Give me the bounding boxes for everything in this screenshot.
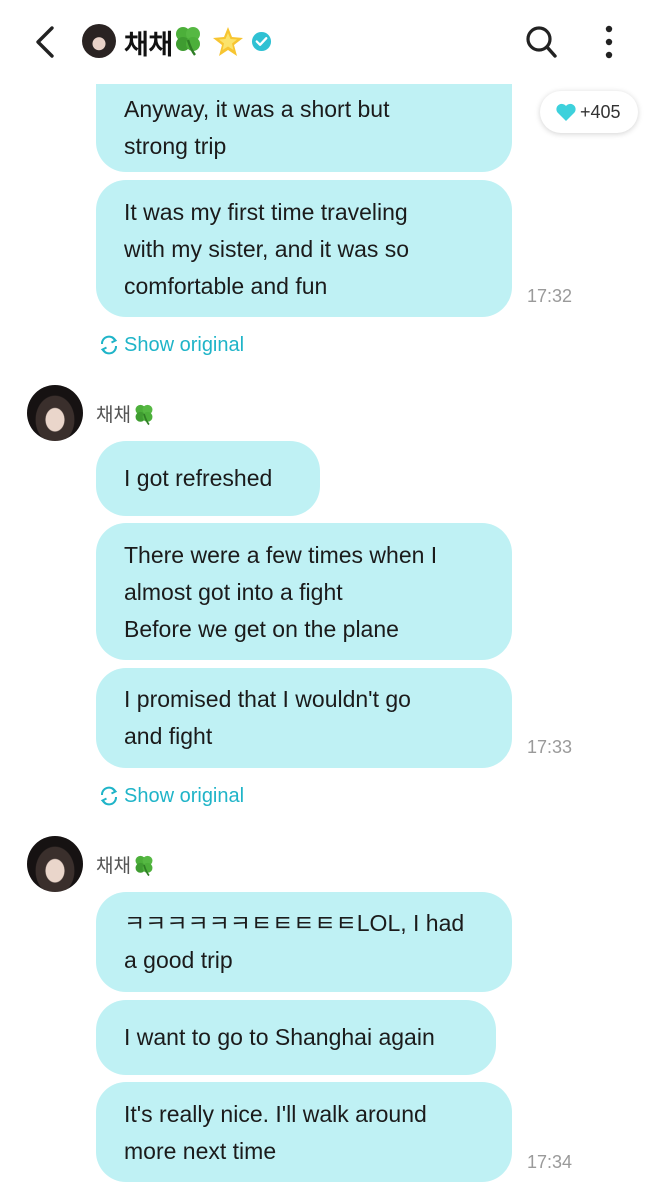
four-leaf-clover-icon xyxy=(135,404,153,425)
message-line: I promised that I wouldn't go xyxy=(124,686,411,712)
sender-name: 채채 xyxy=(96,851,156,878)
back-arrow-icon[interactable] xyxy=(30,22,64,62)
sender-name-text: 채채 xyxy=(96,855,131,877)
message-timestamp: 17:34 xyxy=(527,1152,573,1172)
four-leaf-clover-icon xyxy=(135,855,153,876)
message-bubble[interactable]: ㅋㅋㅋㅋㅋㅋㅌㅌㅌㅌㅌLOL, I had a good trip xyxy=(96,892,512,992)
message-bubble[interactable]: I want to go to Shanghai again xyxy=(96,1000,496,1075)
verified-badge-icon xyxy=(251,31,272,52)
show-original-link[interactable]: Show original xyxy=(98,332,244,358)
message-timestamp: 17:32 xyxy=(527,286,573,306)
sender-avatar[interactable] xyxy=(27,385,83,441)
message-bubble[interactable]: It was my first time traveling with my s… xyxy=(96,180,512,317)
message-line: with my sister, and it was so xyxy=(124,236,410,262)
chat-title[interactable]: 채채 xyxy=(124,23,173,62)
message-line: I got refreshed xyxy=(124,465,273,491)
message-bubble[interactable]: I promised that I wouldn't go and fight xyxy=(96,668,512,768)
show-original-label: Show original xyxy=(124,784,245,807)
message-bubble[interactable]: There were a few times when I almost got… xyxy=(96,523,512,660)
translate-icon xyxy=(100,786,118,806)
message-line: It's really nice. I'll walk around xyxy=(124,1101,427,1127)
message-line: and fight xyxy=(124,723,213,749)
four-leaf-clover-icon xyxy=(176,27,200,56)
reaction-count: +405 xyxy=(580,101,621,122)
message-bubble[interactable]: It's really nice. I'll walk around more … xyxy=(96,1082,512,1182)
message-timestamp: 17:33 xyxy=(527,737,573,757)
message-line: It was my first time traveling xyxy=(124,199,408,225)
reaction-counter[interactable]: +405 xyxy=(540,91,638,133)
translate-icon xyxy=(100,335,118,355)
heart-icon xyxy=(556,103,576,121)
show-original-label: Show original xyxy=(124,333,245,356)
sender-avatar[interactable] xyxy=(27,836,83,892)
header-avatar[interactable] xyxy=(82,24,116,58)
message-bubble[interactable]: I got refreshed xyxy=(96,441,320,516)
search-icon[interactable] xyxy=(524,24,558,60)
message-line: I want to go to Shanghai again xyxy=(124,1024,435,1050)
sender-name: 채채 xyxy=(96,400,156,427)
message-bubble[interactable]: Anyway, it was a short but strong trip xyxy=(96,74,512,172)
message-line: almost got into a fight xyxy=(124,579,343,605)
chat-header: 채채 xyxy=(0,0,658,84)
message-line: ㅋㅋㅋㅋㅋㅋㅌㅌㅌㅌㅌLOL, I had xyxy=(124,910,465,936)
message-line: There were a few times when I xyxy=(124,542,438,568)
message-line: a good trip xyxy=(124,947,233,973)
show-original-link[interactable]: Show original xyxy=(98,783,244,809)
message-line: more next time xyxy=(124,1138,277,1164)
glowing-star-icon xyxy=(213,27,243,56)
message-line: Anyway, it was a short but xyxy=(124,96,390,122)
message-line: Before we get on the plane xyxy=(124,616,399,642)
sender-name-text: 채채 xyxy=(96,404,131,426)
message-line: strong trip xyxy=(124,133,227,159)
more-options-icon[interactable] xyxy=(598,24,620,60)
message-line: comfortable and fun xyxy=(124,273,328,299)
